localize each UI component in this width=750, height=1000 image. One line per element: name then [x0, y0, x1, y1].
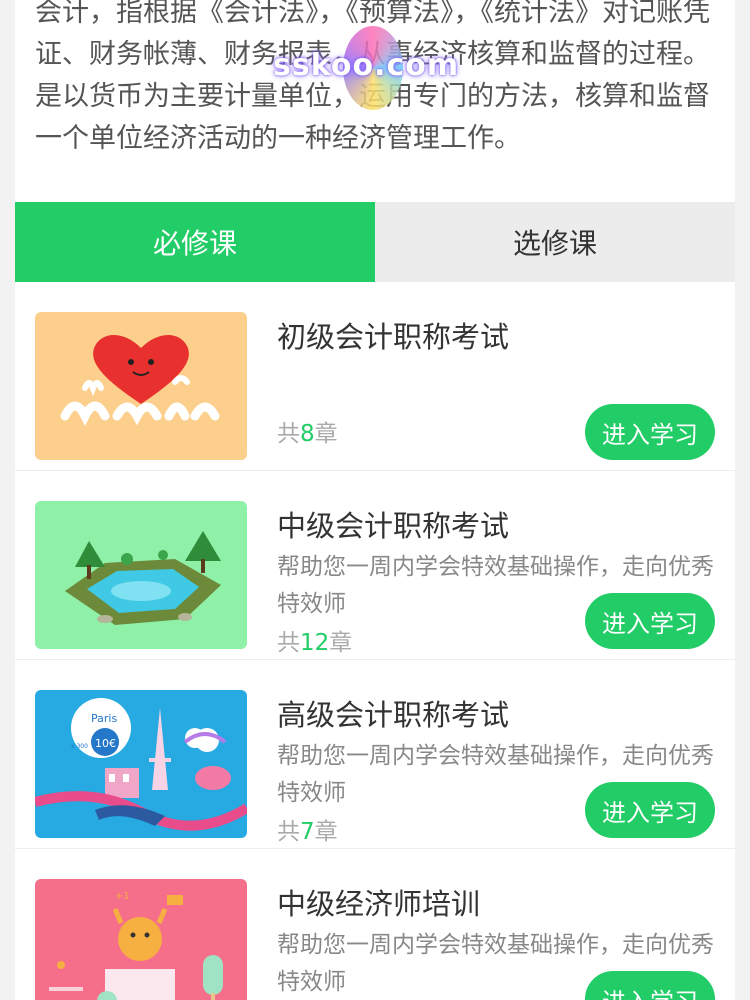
- chapter-suffix: 章: [314, 421, 338, 447]
- page: 会计，指根据《会计法》，《预算法》，《统计法》对记账凭证、财务帐薄、财务报表，从…: [15, 0, 735, 1000]
- plus-one-label: +1: [115, 891, 130, 902]
- course-title: 高级会计职称考试: [277, 698, 510, 732]
- enter-study-button[interactable]: 进入学习: [585, 782, 715, 838]
- course-item[interactable]: +1 中级经济师培训 帮助您一周内学会特效基础操作，走向优秀特效师 进入学习: [15, 849, 735, 1000]
- paris-label: Paris: [91, 712, 117, 725]
- course-item[interactable]: Paris 10€ x 300 高级会计职称考试 帮助您一周内学会特效基础操作，…: [15, 660, 735, 849]
- melon-heart-image: [35, 312, 247, 460]
- chapter-count: 共12章: [277, 623, 352, 657]
- course-title: 初级会计职称考试: [277, 320, 510, 354]
- chapter-number: 8: [300, 421, 315, 447]
- price-label: 10€: [95, 737, 116, 750]
- chapter-prefix: 共: [277, 421, 300, 447]
- count-label: x 300: [71, 743, 88, 750]
- course-title: 中级经济师培训: [277, 887, 481, 921]
- intro-text: 会计，指根据《会计法》，《预算法》，《统计法》对记账凭证、财务帐薄、财务报表，从…: [35, 0, 710, 154]
- course-item[interactable]: 中级会计职称考试 帮助您一周内学会特效基础操作，走向优秀特效师 共12章 进入学…: [15, 471, 735, 660]
- course-tabs: 必修课 选修课: [15, 202, 735, 282]
- chapter-number: 7: [300, 819, 315, 845]
- tab-required[interactable]: 必修课: [15, 202, 375, 282]
- course-thumbnail: Paris 10€ x 300: [35, 690, 247, 838]
- chapter-prefix: 共: [277, 630, 300, 656]
- course-thumbnail: [35, 312, 247, 460]
- tab-elective[interactable]: 选修课: [375, 202, 735, 282]
- chapter-suffix: 章: [329, 630, 353, 656]
- pond-island-image: [35, 501, 247, 649]
- course-item[interactable]: 初级会计职称考试 共8章 进入学习: [15, 282, 735, 471]
- chapter-count: 共8章: [277, 414, 338, 448]
- course-thumbnail: +1: [35, 879, 247, 1000]
- course-thumbnail: [35, 501, 247, 649]
- chapter-number: 12: [300, 630, 330, 656]
- enter-study-button[interactable]: 进入学习: [585, 404, 715, 460]
- chapter-suffix: 章: [314, 819, 338, 845]
- chapter-count: 共7章: [277, 812, 338, 846]
- chapter-prefix: 共: [277, 819, 300, 845]
- course-title: 中级会计职称考试: [277, 509, 510, 543]
- paris-travel-image: Paris 10€ x 300: [35, 690, 247, 838]
- enter-study-button[interactable]: 进入学习: [585, 593, 715, 649]
- enter-study-button[interactable]: 进入学习: [585, 971, 715, 1000]
- lucky-coin-image: +1: [35, 879, 247, 1000]
